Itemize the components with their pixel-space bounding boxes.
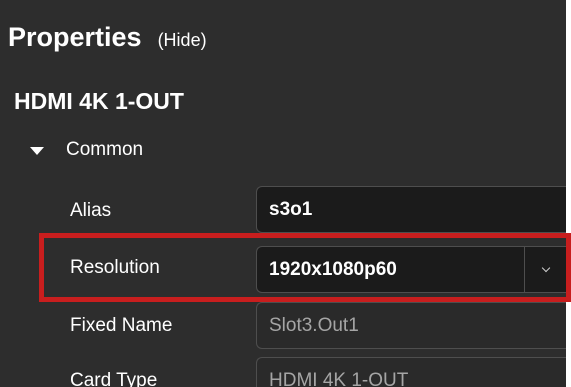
resolution-select[interactable]: 1920x1080p60 bbox=[256, 246, 566, 293]
device-title: HDMI 4K 1-OUT bbox=[14, 88, 184, 114]
fixed-name-label: Fixed Name bbox=[70, 315, 173, 336]
alias-input[interactable]: s3o1 bbox=[256, 186, 566, 233]
resolution-dropdown-button[interactable] bbox=[524, 246, 566, 293]
alias-label: Alias bbox=[70, 200, 112, 221]
expand-triangle-icon bbox=[30, 147, 44, 155]
card-type-label: Card Type bbox=[70, 370, 158, 387]
section-label: Common bbox=[66, 139, 144, 160]
fixed-name-field: Slot3.Out1 bbox=[256, 302, 566, 349]
panel-header: Properties (Hide) bbox=[8, 22, 207, 53]
properties-panel: Properties (Hide) HDMI 4K 1-OUT Common A… bbox=[0, 0, 566, 387]
resolution-label: Resolution bbox=[70, 257, 160, 278]
hide-link[interactable]: (Hide) bbox=[158, 30, 207, 51]
section-common-toggle[interactable]: Common bbox=[30, 139, 143, 161]
panel-title: Properties bbox=[8, 22, 142, 52]
card-type-field: HDMI 4K 1-OUT bbox=[256, 357, 566, 387]
chevron-down-icon bbox=[541, 263, 550, 272]
